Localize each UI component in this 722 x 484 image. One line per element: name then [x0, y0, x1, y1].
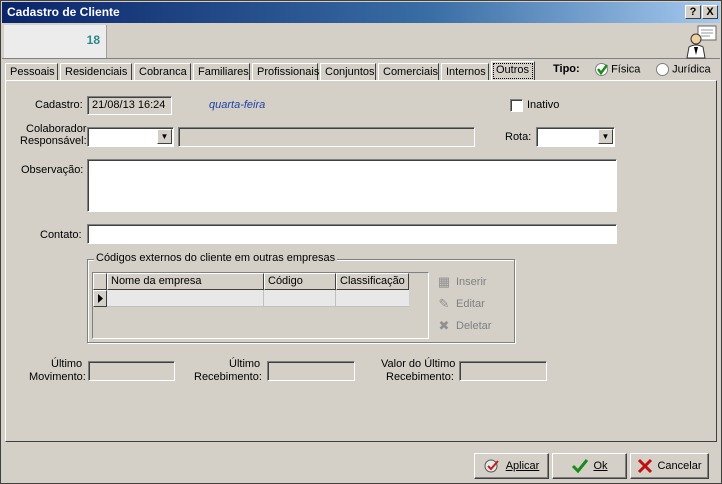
- inserir-button[interactable]: ▦ Inserir: [436, 275, 487, 289]
- colaborador-select[interactable]: ▼: [87, 127, 174, 147]
- tipo-label: Tipo:: [553, 63, 580, 75]
- client-code: 18: [86, 33, 100, 47]
- tab-label: Residenciais: [65, 66, 128, 78]
- tab-pessoais[interactable]: Pessoais: [5, 63, 58, 81]
- window: Cadastro de Cliente ? X 18 Pessoais Resi…: [0, 0, 722, 484]
- window-title: Cadastro de Cliente: [7, 5, 120, 19]
- tab-label: Internos: [446, 66, 486, 78]
- responsavel-label: Responsável:: [20, 135, 87, 147]
- cadastro-field: 21/08/13 16:24: [87, 96, 172, 115]
- ok-button[interactable]: Ok: [552, 453, 627, 479]
- colaborador-label: Colaborador: [26, 123, 87, 135]
- observacao-label: Observação:: [21, 164, 84, 176]
- tab-label: Conjuntos: [325, 66, 375, 78]
- valor-ultimo-recebimento-field: [459, 361, 547, 381]
- tab-label: Profissionais: [257, 66, 320, 78]
- observacao-textarea[interactable]: [87, 159, 617, 212]
- ultimo-rec-label-1: Último: [229, 358, 261, 370]
- col-header-classificacao[interactable]: Classificação: [336, 273, 409, 290]
- client-code-box: 18: [4, 25, 107, 58]
- checkmark-icon: [572, 459, 589, 474]
- weekday-text: quarta-feira: [209, 99, 266, 111]
- radio-checked-icon: [595, 63, 608, 76]
- ultimo-movimento-field: [88, 361, 175, 381]
- cancel-x-icon: [638, 458, 653, 474]
- cancelar-label: Cancelar: [657, 460, 702, 472]
- table-row[interactable]: [107, 290, 409, 307]
- cadastro-label: Cadastro:: [35, 99, 83, 111]
- edit-icon: ✎: [438, 296, 450, 311]
- tipo-juridica-label: Jurídica: [672, 63, 711, 76]
- row-indicator: [93, 290, 107, 307]
- inativo-label: Inativo: [527, 99, 560, 111]
- tab-comerciais[interactable]: Comerciais: [378, 63, 439, 81]
- valor-label-2: Recebimento:: [386, 371, 454, 383]
- radio-unchecked-icon: [656, 63, 669, 76]
- codigos-group-title: Códigos externos do cliente em outras em…: [94, 252, 338, 264]
- cancelar-button[interactable]: Cancelar: [630, 453, 709, 479]
- rota-label: Rota:: [505, 131, 532, 143]
- tab-label: Outros: [496, 64, 530, 76]
- col-header-codigo[interactable]: Código: [264, 273, 336, 290]
- tab-label: Cobranca: [139, 66, 187, 78]
- user-form-icon: [686, 25, 717, 59]
- insert-icon: ▦: [437, 274, 451, 289]
- chevron-down-icon[interactable]: ▼: [598, 129, 613, 144]
- tab-residenciais[interactable]: Residenciais: [60, 63, 132, 81]
- tab-outros[interactable]: Outros: [491, 61, 535, 81]
- rota-select[interactable]: ▼: [536, 127, 615, 147]
- codigos-grid[interactable]: Nome da empresa Código Classificação: [92, 272, 429, 339]
- inativo-checkbox[interactable]: [510, 99, 523, 112]
- contato-label: Contato:: [40, 229, 82, 241]
- editar-label: Editar: [456, 297, 485, 310]
- title-bar: Cadastro de Cliente ? X: [2, 2, 720, 23]
- contato-input[interactable]: [87, 224, 617, 244]
- tab-familiares[interactable]: Familiares: [193, 63, 250, 81]
- tab-label: Pessoais: [10, 66, 55, 78]
- deletar-button[interactable]: ✖ Deletar: [436, 318, 492, 333]
- valor-label-1: Valor do Último: [381, 358, 456, 370]
- apply-icon: [484, 459, 499, 473]
- current-row-arrow-icon: [98, 294, 103, 303]
- cadastro-value: 21/08/13 16:24: [92, 99, 166, 111]
- deletar-label: Deletar: [456, 319, 492, 332]
- close-button[interactable]: X: [702, 5, 718, 19]
- delete-icon: ✖: [438, 318, 450, 333]
- chevron-down-icon[interactable]: ▼: [157, 129, 172, 144]
- tab-label: Familiares: [198, 66, 249, 78]
- header-area: 18: [2, 23, 720, 59]
- grid-indicator-header: [93, 273, 107, 290]
- ultimo-recebimento-field: [267, 361, 355, 381]
- editar-button[interactable]: ✎ Editar: [436, 297, 485, 311]
- aplicar-button[interactable]: Aplicar: [474, 453, 549, 479]
- aplicar-label: Aplicar: [505, 460, 540, 472]
- tab-profissionais[interactable]: Profissionais: [252, 63, 320, 81]
- ok-label: Ok: [593, 460, 608, 472]
- ultimo-mov-label-1: Último: [51, 358, 83, 370]
- ultimo-rec-label-2: Recebimento:: [194, 371, 262, 383]
- tipo-fisica-option[interactable]: Física: [595, 63, 640, 76]
- colaborador-name-field: [178, 127, 475, 147]
- help-button[interactable]: ?: [685, 5, 701, 19]
- col-header-nome[interactable]: Nome da empresa: [107, 273, 264, 290]
- tipo-juridica-option[interactable]: Jurídica: [656, 63, 711, 76]
- tab-cobranca[interactable]: Cobranca: [134, 63, 191, 81]
- tab-conjuntos[interactable]: Conjuntos: [320, 63, 376, 81]
- tab-label: Comerciais: [383, 66, 439, 78]
- tipo-fisica-label: Física: [611, 63, 641, 76]
- inserir-label: Inserir: [456, 275, 487, 288]
- tab-internos[interactable]: Internos: [441, 63, 489, 81]
- tipo-selector: Tipo: Física Jurídica: [549, 61, 719, 81]
- ultimo-mov-label-2: Movimento:: [29, 371, 86, 383]
